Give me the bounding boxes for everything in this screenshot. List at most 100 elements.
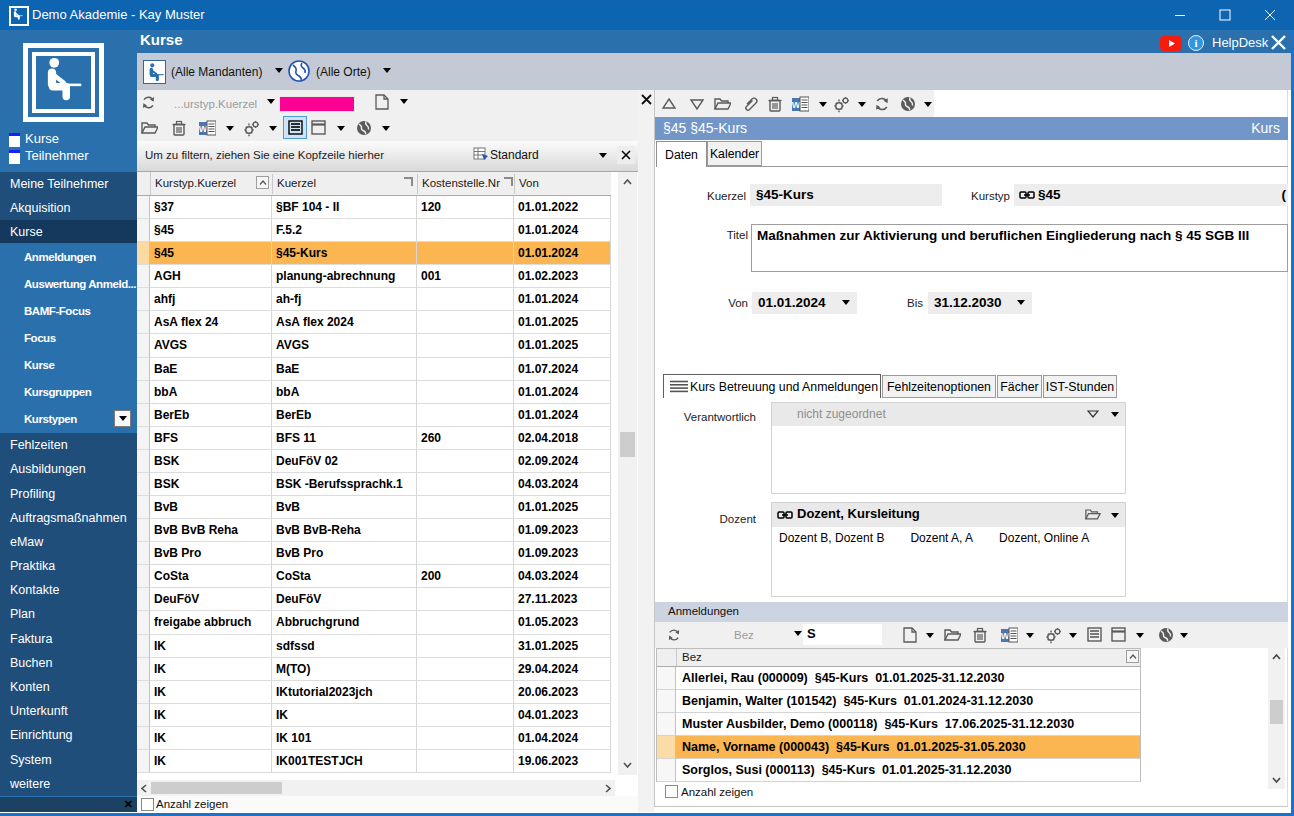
panel-splitter[interactable]: [638, 90, 654, 812]
orte-caret-icon[interactable]: [383, 68, 391, 73]
word-export-icon[interactable]: W: [791, 96, 809, 112]
anmeldung-row[interactable]: Sorglos, Susi (000113) §45-Kurs 01.01.20…: [657, 759, 1140, 782]
table-row[interactable]: BvB ProBvB Pro01.09.2023: [137, 542, 611, 565]
dozent-entry[interactable]: Dozent, Online A: [999, 531, 1089, 545]
gears-caret-icon[interactable]: [858, 102, 866, 107]
table-row[interactable]: BvB BvB RehaBvB BvB-Reha01.09.2023: [137, 519, 611, 542]
verantwortlich-combo[interactable]: nicht zugeordnet: [771, 402, 1126, 494]
tab-daten[interactable]: Daten: [656, 141, 707, 167]
sidebar-item-akquisition[interactable]: Akquisition: [0, 196, 137, 220]
anmeldung-row[interactable]: Name, Vorname (000043) §45-Kurs 01.01.20…: [657, 736, 1140, 759]
folder-open-icon[interactable]: [944, 627, 961, 642]
kurstypen-dropdown-icon[interactable]: [114, 410, 131, 427]
tab-kalender[interactable]: Kalender: [707, 141, 762, 166]
filter-bar[interactable]: Um zu filtern, ziehen Sie eine Kopfzeile…: [137, 141, 638, 172]
sidebar-item-praktika[interactable]: Praktika: [0, 554, 137, 578]
anmeldung-row[interactable]: Benjamin, Walter (101542) §45-Kurs 01.01…: [657, 690, 1140, 713]
scroll-up-icon[interactable]: [618, 174, 637, 190]
sidebar-item-konten[interactable]: Konten: [0, 675, 137, 699]
column-handle-icon[interactable]: [404, 177, 413, 186]
anm-filter-column-select[interactable]: Bez: [734, 629, 754, 641]
word-export-caret-icon[interactable]: [819, 102, 827, 107]
kuerzel-field[interactable]: §45-Kurs: [750, 184, 942, 206]
scroll-up-icon[interactable]: [1268, 650, 1285, 664]
table-row[interactable]: BvBBvB01.01.2025: [137, 496, 611, 519]
titel-field[interactable]: Maßnahmen zur Aktivierung und berufliche…: [751, 224, 1288, 272]
window-layout-caret-icon[interactable]: [1136, 633, 1144, 638]
table-row[interactable]: AVGSAVGS01.01.2025: [137, 334, 611, 357]
bis-field[interactable]: 31.12.2030: [928, 292, 1032, 314]
sidebar-close-icon[interactable]: ✕: [124, 798, 133, 811]
sidebar-item-kurstypen[interactable]: Kurstypen: [0, 406, 137, 433]
list-layout-icon[interactable]: [1087, 627, 1102, 642]
sidebar-item-anmeldungen[interactable]: Anmeldungen: [0, 243, 137, 270]
column-header-3[interactable]: Von: [519, 177, 539, 189]
triangle-up-icon[interactable]: [661, 96, 677, 111]
maximize-button[interactable]: [1202, 0, 1247, 30]
folder-open-icon[interactable]: [1085, 507, 1101, 521]
search-column-caret-icon[interactable]: [267, 99, 275, 104]
scroll-thumb[interactable]: [1270, 700, 1283, 724]
gears-icon[interactable]: [1045, 627, 1061, 644]
layout-select[interactable]: Standard: [490, 148, 539, 162]
table-row[interactable]: BerEbBerEb01.01.2024: [137, 404, 611, 427]
globe-caret-icon[interactable]: [924, 102, 932, 107]
dozent-caret-icon[interactable]: [1111, 513, 1119, 518]
scroll-thumb[interactable]: [151, 782, 282, 794]
anmeldung-row[interactable]: Muster Ausbilder, Demo (000118) §45-Kurs…: [657, 713, 1140, 736]
dozent-entry[interactable]: Dozent A, A: [910, 531, 973, 545]
table-row[interactable]: freigabe abbruchAbbruchgrund01.05.2023: [137, 611, 611, 634]
window-layout-caret-icon[interactable]: [337, 126, 345, 131]
table-row[interactable]: bbAbbA01.01.2024: [137, 381, 611, 404]
dozent-entry[interactable]: Dozent B, Dozent B: [779, 531, 884, 545]
paperclip-icon[interactable]: [742, 96, 759, 112]
gears-icon[interactable]: [243, 120, 259, 137]
word-export-caret-icon[interactable]: [226, 126, 234, 131]
youtube-icon[interactable]: [1160, 36, 1182, 51]
column-handle-icon[interactable]: [504, 177, 513, 186]
trash-icon[interactable]: [767, 96, 783, 112]
globe-caret-icon[interactable]: [1180, 633, 1188, 638]
sidebar-item-bamf-focus[interactable]: BAMF-Focus: [0, 298, 137, 325]
globe-icon[interactable]: [1158, 627, 1174, 643]
sidebar-item-plan[interactable]: Plan: [0, 602, 137, 626]
gears-caret-icon[interactable]: [269, 126, 277, 131]
window-layout-icon[interactable]: [311, 120, 326, 135]
sidebar-item-faktura[interactable]: Faktura: [0, 627, 137, 651]
anzahl-checkbox[interactable]: [141, 798, 154, 811]
globe-caret-icon[interactable]: [382, 126, 390, 131]
scroll-down-icon[interactable]: [1268, 773, 1285, 787]
window-layout-icon[interactable]: [1111, 627, 1126, 642]
table-row[interactable]: §45§45-Kurs01.01.2024: [137, 242, 611, 265]
orte-select[interactable]: (Alle Orte): [316, 65, 371, 79]
gears-icon[interactable]: [833, 96, 849, 113]
mandant-select[interactable]: (Alle Mandanten): [171, 65, 262, 79]
subtab-kurs-betreuung[interactable]: Kurs Betreuung und Anmeldungen: [663, 374, 881, 398]
sidebar-shortcut-kurse[interactable]: Kurse: [0, 131, 137, 148]
header-close-icon[interactable]: [1270, 34, 1287, 51]
table-row[interactable]: IKsdfssd31.01.2025: [137, 635, 611, 658]
subtab-fehlzeitenoptionen[interactable]: Fehlzeitenoptionen: [882, 375, 996, 398]
subtab-faecher[interactable]: Fächer: [997, 375, 1042, 398]
subtab-ist-stunden[interactable]: IST-Stunden: [1043, 375, 1117, 398]
layout-caret-icon[interactable]: [599, 153, 607, 158]
refresh-icon[interactable]: [874, 96, 889, 111]
anm-vscrollbar[interactable]: [1268, 648, 1285, 789]
sidebar-item-fehlzeiten[interactable]: Fehlzeiten: [0, 433, 137, 457]
table-row[interactable]: BSKBSK -Berufssprachk.104.03.2024: [137, 473, 611, 496]
scroll-right-icon[interactable]: [601, 780, 615, 796]
gears-caret-icon[interactable]: [1069, 633, 1077, 638]
folder-open-icon[interactable]: [141, 120, 158, 135]
table-row[interactable]: IKIKtutorial2023jch20.06.2023: [137, 681, 611, 704]
dozent-box[interactable]: Dozent, Kursleitung Dozent B, Dozent BDo…: [771, 502, 1126, 597]
new-document-caret-icon[interactable]: [400, 99, 408, 104]
triangle-down-icon[interactable]: [689, 96, 705, 111]
column-header-2[interactable]: Kostenstelle.Nr: [422, 177, 500, 189]
globe-icon[interactable]: [356, 120, 372, 136]
table-row[interactable]: CoStaCoSta20004.03.2024: [137, 565, 611, 588]
sidebar-item-kursgruppen[interactable]: Kursgruppen: [0, 379, 137, 406]
refresh-icon[interactable]: [141, 95, 156, 110]
sidebar-item-kurse[interactable]: Kurse: [0, 220, 137, 243]
scroll-left-icon[interactable]: [137, 780, 151, 796]
folder-open-icon[interactable]: [714, 96, 731, 111]
